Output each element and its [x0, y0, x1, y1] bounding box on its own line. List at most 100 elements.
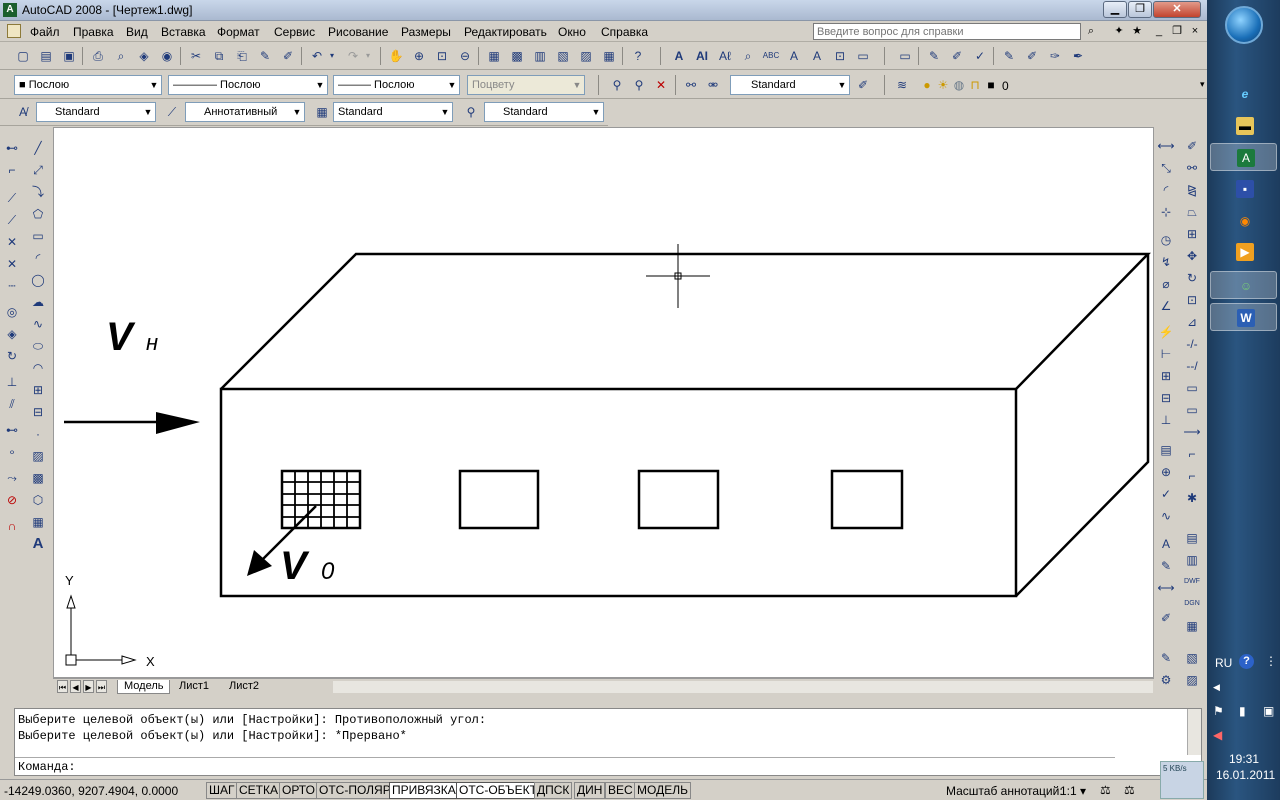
linear-dim-icon[interactable]: ⟷ — [1157, 137, 1175, 155]
move-icon[interactable]: ⊷ — [3, 139, 21, 157]
spelling-icon[interactable]: ABC — [762, 47, 780, 65]
snap-from-icon[interactable]: ⤳ — [3, 469, 21, 487]
redo-icon[interactable]: ↷ — [344, 47, 362, 65]
paste-icon[interactable]: ⎗ — [233, 47, 251, 65]
help-icon[interactable]: ? — [629, 47, 647, 65]
undo-dropdown-icon[interactable]: ▾ — [327, 47, 337, 65]
express-tool-2-icon[interactable]: ▥ — [1183, 551, 1201, 569]
make-block-icon[interactable]: ⊟ — [29, 403, 47, 421]
dim-style-icon[interactable]: ⟋ — [163, 103, 181, 121]
radius-dim-icon[interactable]: ◷ — [1157, 231, 1175, 249]
chamfer-icon[interactable]: ⌐ — [1183, 445, 1201, 463]
menu-edit[interactable]: Правка — [73, 25, 114, 39]
zoom-window-icon[interactable]: ⊡ — [433, 47, 451, 65]
sheet-set-icon[interactable]: ▧ — [554, 47, 572, 65]
command-scrollbar[interactable] — [1187, 709, 1201, 755]
modify-icon[interactable]: ✎ — [1157, 649, 1175, 667]
spline-icon[interactable]: ∿ — [29, 315, 47, 333]
circle-snap-icon[interactable]: ◎ — [3, 303, 21, 321]
taskbar-item-ie[interactable]: e — [1210, 80, 1277, 108]
new-icon[interactable]: ▢ — [14, 47, 32, 65]
table-style-icon[interactable]: ▦ — [313, 103, 331, 121]
design-center-icon[interactable]: ▩ — [508, 47, 526, 65]
taskbar-item-media[interactable]: ▶ — [1210, 238, 1277, 266]
ellipse-icon[interactable]: ⬭ — [29, 337, 47, 355]
horizontal-scrollbar[interactable] — [333, 681, 1153, 693]
bedit-icon[interactable]: ✎ — [1000, 47, 1018, 65]
coordinates-readout[interactable]: -14249.0360, 9207.4904, 0.0000 — [4, 784, 178, 798]
convert-space-icon[interactable]: ▭ — [854, 47, 872, 65]
ordinate-dim-icon[interactable]: ⊹ — [1157, 203, 1175, 221]
auto-scale-icon[interactable]: ⚖ — [1124, 783, 1135, 797]
query-icon[interactable]: ⚲ — [608, 76, 626, 94]
offset-modify-icon[interactable]: ⏢ — [1183, 203, 1201, 221]
color-combo[interactable]: ■ Послою ▼ — [14, 75, 162, 95]
dim-text-edit-icon[interactable]: ✎ — [1157, 557, 1175, 575]
text-style-icon[interactable]: A — [785, 47, 803, 65]
break-icon[interactable]: ┄ — [3, 277, 21, 295]
document-icon[interactable] — [7, 24, 21, 38]
tray-expand-icon[interactable]: ◀ — [1213, 682, 1220, 693]
find-text-icon[interactable]: ⌕ — [739, 47, 757, 65]
taskbar-item-messenger[interactable]: ☺ — [1210, 271, 1277, 299]
command-input[interactable] — [77, 759, 1097, 774]
copy-object-icon[interactable]: ⌐ — [3, 161, 21, 179]
menu-tools[interactable]: Сервис — [274, 25, 315, 39]
last-tab-icon[interactable]: ⏭ — [96, 680, 107, 693]
aligned-dim-icon[interactable]: ⤡ — [1157, 159, 1175, 177]
lwt-toggle[interactable]: ВЕС — [605, 782, 636, 799]
menu-draw[interactable]: Рисование — [328, 25, 388, 39]
undo-icon[interactable]: ↶ — [308, 47, 326, 65]
taskbar-item-browser[interactable]: ◉ — [1210, 207, 1277, 235]
pdf-underlay-icon[interactable]: ▦ — [1183, 617, 1201, 635]
help-icon[interactable]: ? — [1239, 654, 1254, 669]
region-icon[interactable]: ⬡ — [29, 491, 47, 509]
grid-toggle[interactable]: СЕТКА — [236, 782, 281, 799]
copy-modify-icon[interactable]: ⚯ — [1183, 159, 1201, 177]
xref-icon[interactable]: ▧ — [1183, 649, 1201, 667]
inspection-icon[interactable]: ✓ — [1157, 485, 1175, 503]
express-tool-1-icon[interactable]: ▤ — [1183, 529, 1201, 547]
continue-dim-icon[interactable]: ⊞ — [1157, 367, 1175, 385]
insert-block-icon[interactable]: ⊞ — [29, 381, 47, 399]
join-icon[interactable]: ⟶ — [1183, 423, 1201, 441]
multiline-text-icon[interactable]: A — [670, 47, 688, 65]
snap-none-icon[interactable]: ⊘ — [3, 491, 21, 509]
usb-device-icon[interactable]: ▮ — [1239, 704, 1246, 718]
markup-icon[interactable]: ▨ — [577, 47, 595, 65]
table-icon[interactable]: ▦ — [29, 513, 47, 531]
stretch-icon[interactable]: ⊿ — [1183, 313, 1201, 331]
menu-dimensions[interactable]: Размеры — [401, 25, 451, 39]
snap-toggle[interactable]: ШАГ — [206, 782, 238, 799]
remove-constraint-icon[interactable]: ✕ — [652, 76, 670, 94]
communication-center-icon[interactable]: ✦ — [1110, 23, 1128, 40]
save-icon[interactable]: ▣ — [60, 47, 78, 65]
annotation-scale-dropdown[interactable]: 1:1 ▾ — [1060, 784, 1086, 798]
doc-minimize-button[interactable]: _ — [1150, 23, 1168, 40]
break-modify-icon[interactable]: ▭ — [1183, 401, 1201, 419]
baseline-dim-icon[interactable]: ⊢ — [1157, 345, 1175, 363]
parallel-icon[interactable]: ⫽ — [3, 395, 21, 413]
taskbar-item-autocad[interactable]: A — [1210, 143, 1277, 171]
model-toggle[interactable]: МОДЕЛЬ — [634, 782, 691, 799]
match-properties-icon[interactable]: ✎ — [256, 47, 274, 65]
taskbar-item-save[interactable]: ▪ — [1210, 175, 1277, 203]
prev-tab-icon[interactable]: ◀ — [70, 680, 81, 693]
menu-help[interactable]: Справка — [601, 25, 648, 39]
layer-color-icon[interactable]: ■ — [982, 76, 1000, 94]
dim-break-icon[interactable]: ⊥ — [1157, 411, 1175, 429]
tab-model[interactable]: Модель — [117, 680, 171, 694]
dim-style-edit-icon[interactable]: ✐ — [1157, 609, 1175, 627]
copy-icon[interactable]: ⧉ — [210, 47, 228, 65]
add-constraint-icon[interactable]: ⚲ — [630, 76, 648, 94]
layer-dropdown-icon[interactable]: ▾ — [1200, 79, 1205, 90]
taskbar-item-explorer[interactable]: ▬ — [1210, 112, 1277, 140]
scale-text-icon[interactable]: A — [808, 47, 826, 65]
add-working-set-icon[interactable]: ✐ — [948, 47, 966, 65]
arc-icon[interactable]: ◜ — [29, 249, 47, 267]
start-button[interactable] — [1225, 6, 1263, 44]
pan-icon[interactable]: ✋ — [387, 47, 405, 65]
3d-dwf-icon[interactable]: ◉ — [158, 47, 176, 65]
menu-format[interactable]: Формат — [217, 25, 260, 39]
point-draw-icon[interactable]: · — [29, 425, 47, 443]
